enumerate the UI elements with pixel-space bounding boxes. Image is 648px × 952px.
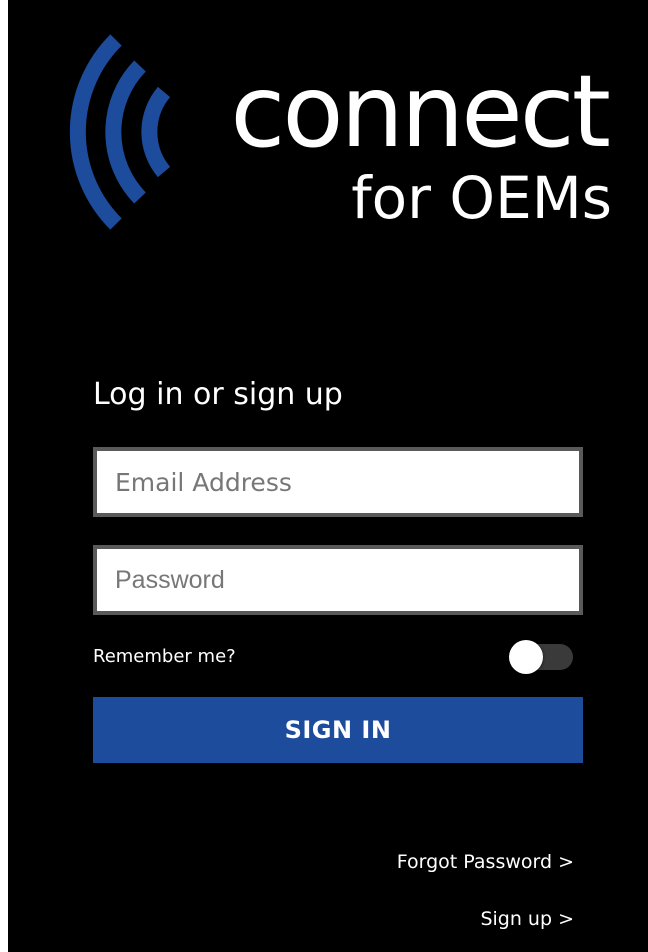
logo-subtitle: for OEMs	[351, 164, 612, 232]
password-field[interactable]	[93, 545, 583, 615]
signal-arcs-icon	[69, 34, 171, 230]
sign-up-link[interactable]: Sign up >	[480, 907, 574, 931]
email-field[interactable]	[93, 447, 583, 517]
forgot-password-link[interactable]: Forgot Password >	[397, 850, 574, 874]
login-heading: Log in or sign up	[93, 377, 343, 412]
remember-me-label: Remember me?	[93, 646, 236, 667]
remember-me-toggle[interactable]	[509, 640, 573, 674]
connect-logo: connect for OEMs	[58, 32, 618, 232]
logo-wordmark: connect	[230, 53, 611, 170]
login-panel: connect for OEMs Log in or sign up Remem…	[8, 0, 648, 952]
toggle-knob	[509, 640, 543, 674]
sign-in-button[interactable]: SIGN IN	[93, 697, 583, 763]
